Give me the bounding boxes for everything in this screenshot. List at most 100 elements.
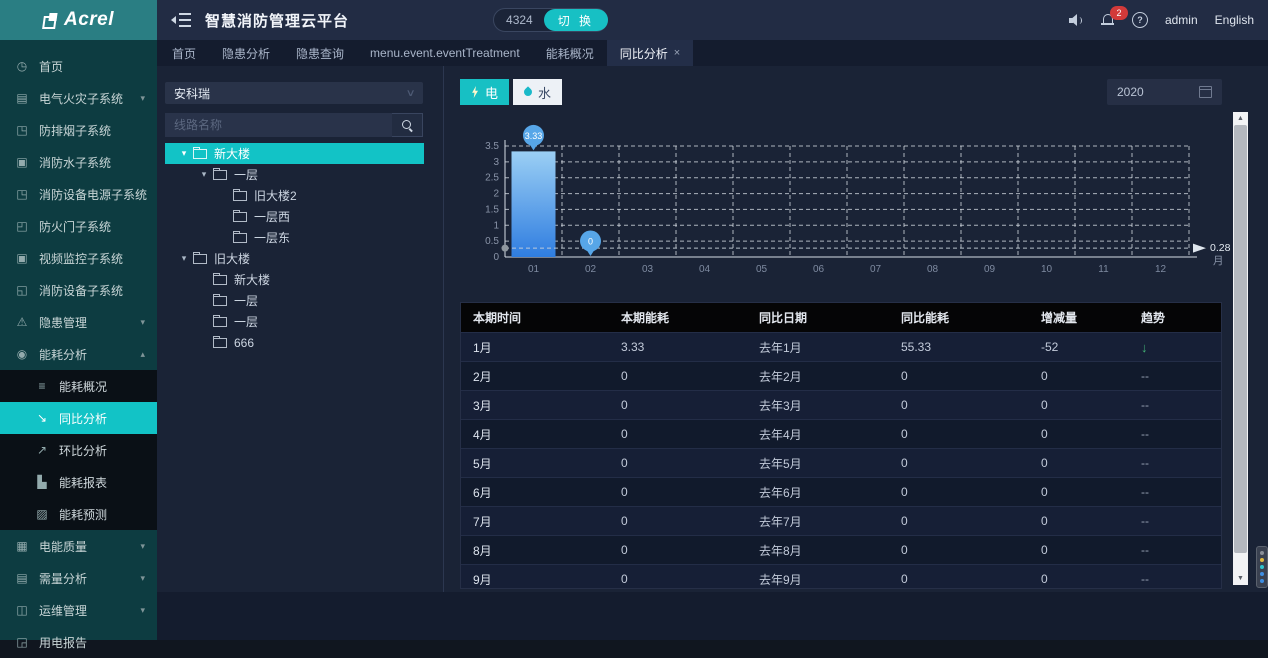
tree-node[interactable]: 666 xyxy=(165,332,424,353)
tab-event-treatment[interactable]: menu.event.eventTreatment xyxy=(357,40,533,66)
table-cell: 0 xyxy=(609,362,747,391)
tab-label: 同比分析 xyxy=(620,45,668,62)
tab-yoy-analysis[interactable]: 同比分析 × xyxy=(607,40,693,66)
chevron-down-icon: ▾ xyxy=(140,93,145,104)
scrollbar-thumb[interactable] xyxy=(1234,125,1247,553)
tab-label: menu.event.eventTreatment xyxy=(370,46,520,60)
tree-node[interactable]: 一层 xyxy=(165,311,424,332)
sidebar-item-electricity-report[interactable]: ◲用电报告 xyxy=(0,626,157,658)
switch-button[interactable]: 切 换 xyxy=(544,9,608,31)
sidebar-item-energy-overview[interactable]: ≡能耗概况 xyxy=(0,370,157,402)
table-cell: 1月 xyxy=(461,333,609,362)
electricity-report-icon: ◲ xyxy=(14,635,30,649)
sidebar-item-energy-report[interactable]: ▙能耗报表 xyxy=(0,466,157,498)
sidebar-item-fire-door-system[interactable]: ◰防火门子系统 xyxy=(0,210,157,242)
question-icon: ? xyxy=(1132,12,1148,28)
sidebar-item-energy-analysis[interactable]: ◉能耗分析▴ xyxy=(0,338,157,370)
water-label: 水 xyxy=(538,83,551,102)
energy-forecast-icon: ▨ xyxy=(34,507,50,521)
main-content: 安科瑞 ∨ ▾新大楼▾一层旧大楼2一层西一层东▾旧大楼新大楼一层一层666 电 … xyxy=(157,66,1268,640)
tree-node-label: 旧大楼2 xyxy=(254,187,297,204)
table-cell: 去年5月 xyxy=(747,449,889,478)
sidebar-item-hazard-management[interactable]: ⚠隐患管理▾ xyxy=(0,306,157,338)
sidebar-item-smoke-exhaust-system[interactable]: ◳防排烟子系统 xyxy=(0,114,157,146)
energy-overview-icon: ≡ xyxy=(34,379,50,393)
analysis-panel: 电 水 2020 00.511.522.533.5010203040506070… xyxy=(460,66,1222,589)
sidebar-collapse-icon[interactable] xyxy=(171,13,191,27)
notifications-button[interactable]: 2 xyxy=(1101,13,1115,27)
svg-text:0: 0 xyxy=(493,252,499,263)
sidebar-item-label: 环比分析 xyxy=(59,442,145,459)
close-tab-icon[interactable]: × xyxy=(674,47,680,59)
tree-node[interactable]: 新大楼 xyxy=(165,269,424,290)
chart-toolbar: 电 水 2020 xyxy=(460,79,1222,105)
language-switch[interactable]: English xyxy=(1215,13,1254,27)
table-cell: 0 xyxy=(1029,420,1129,449)
sidebar-item-label: 消防设备子系统 xyxy=(39,282,145,299)
org-select[interactable]: 安科瑞 ∨ xyxy=(165,82,423,104)
tab-hazard-query[interactable]: 隐患查询 xyxy=(283,40,357,66)
sidebar-item-yoy-analysis[interactable]: ↘同比分析 xyxy=(0,402,157,434)
sound-button[interactable] xyxy=(1069,14,1084,27)
sidebar-item-operation-management[interactable]: ◫运维管理▾ xyxy=(0,594,157,626)
svg-text:11: 11 xyxy=(1098,264,1109,275)
tree-node[interactable]: 一层 xyxy=(165,290,424,311)
water-toggle-button[interactable]: 水 xyxy=(513,79,562,105)
sidebar-item-energy-forecast[interactable]: ▨能耗预测 xyxy=(0,498,157,530)
year-picker[interactable]: 2020 xyxy=(1107,79,1222,105)
tree-node[interactable]: 一层西 xyxy=(165,206,424,227)
tree-node[interactable]: ▾一层 xyxy=(165,164,424,185)
table-row: 2月0去年2月00-- xyxy=(461,362,1221,391)
table-row: 9月0去年9月00-- xyxy=(461,565,1221,590)
sidebar-item-power-quality[interactable]: ▦电能质量▾ xyxy=(0,530,157,562)
sidebar-item-mom-analysis[interactable]: ↗环比分析 xyxy=(0,434,157,466)
year-value: 2020 xyxy=(1117,85,1144,99)
column-header: 本期能耗 xyxy=(609,303,747,333)
tab-home[interactable]: 首页 xyxy=(159,40,209,66)
electric-fire-system-icon: ▤ xyxy=(14,91,30,105)
table-cell: 0 xyxy=(609,565,747,590)
folder-open-icon xyxy=(233,233,247,243)
table-cell: 9月 xyxy=(461,565,609,590)
sidebar-item-electric-fire-system[interactable]: ▤ 电气火灾子系统▾ xyxy=(0,82,157,114)
folder-icon xyxy=(233,191,247,201)
chevron-down-icon: ∨ xyxy=(405,88,415,99)
help-button[interactable]: ? xyxy=(1132,12,1148,28)
svg-text:0.28: 0.28 xyxy=(1210,242,1231,254)
tree-node[interactable]: 旧大楼2 xyxy=(165,185,424,206)
tab-energy-overview[interactable]: 能耗概况 xyxy=(533,40,607,66)
tree-node-label: 一层 xyxy=(234,313,258,330)
scroll-down-arrow[interactable]: ▼ xyxy=(1233,572,1248,585)
brand-logo[interactable]: Acrel xyxy=(0,0,157,40)
building-tree: ▾新大楼▾一层旧大楼2一层西一层东▾旧大楼新大楼一层一层666 xyxy=(165,143,443,353)
sidebar-item-label: 电气火灾子系统 xyxy=(39,90,140,107)
sidebar-item-home[interactable]: ◷首页 xyxy=(0,50,157,82)
sidebar-item-fire-water-system[interactable]: ▣消防水子系统 xyxy=(0,146,157,178)
table-row: 3月0去年3月00-- xyxy=(461,391,1221,420)
floating-widget[interactable] xyxy=(1256,546,1268,588)
sidebar-item-fire-equipment-power-system[interactable]: ◳消防设备电源子系统 xyxy=(0,178,157,210)
scroll-up-arrow[interactable]: ▲ xyxy=(1233,112,1248,125)
table-cell: 2月 xyxy=(461,362,609,391)
folder-icon xyxy=(213,317,227,327)
sidebar-menu: ◷首页 ▤ 电气火灾子系统▾ ◳防排烟子系统▣消防水子系统◳消防设备电源子系统◰防火门… xyxy=(0,40,157,658)
vertical-scrollbar[interactable]: ▲ ▼ xyxy=(1233,112,1248,585)
tree-node[interactable]: ▾新大楼 xyxy=(165,143,424,164)
search-input[interactable] xyxy=(165,113,392,137)
tree-node[interactable]: ▾旧大楼 xyxy=(165,248,424,269)
sidebar-item-video-monitor-system[interactable]: ▣视频监控子系统 xyxy=(0,242,157,274)
tab-hazard-analysis[interactable]: 隐患分析 xyxy=(209,40,283,66)
bar-month-01 xyxy=(512,151,556,257)
user-menu[interactable]: admin xyxy=(1165,13,1198,27)
electric-toggle-button[interactable]: 电 xyxy=(460,79,509,105)
widget-dot xyxy=(1260,579,1264,583)
svg-text:0: 0 xyxy=(588,237,593,247)
sidebar-item-demand-analysis[interactable]: ▤需量分析▾ xyxy=(0,562,157,594)
table-cell: 0 xyxy=(889,362,1029,391)
sidebar-item-fire-equipment-system[interactable]: ◱消防设备子系统 xyxy=(0,274,157,306)
search-button[interactable] xyxy=(392,113,423,137)
table-row: 5月0去年5月00-- xyxy=(461,449,1221,478)
tab-label: 隐患查询 xyxy=(296,45,344,62)
tree-node[interactable]: 一层东 xyxy=(165,227,424,248)
widget-dot xyxy=(1260,572,1264,576)
